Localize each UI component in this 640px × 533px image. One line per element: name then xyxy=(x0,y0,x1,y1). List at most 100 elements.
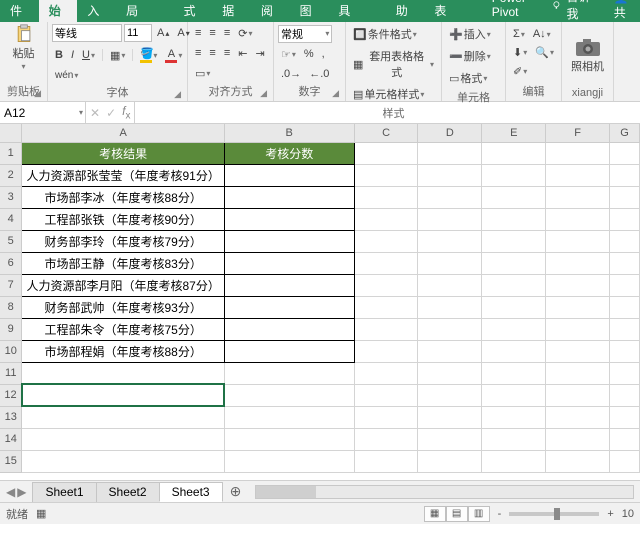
cell-C11[interactable] xyxy=(354,362,418,384)
cell-B8[interactable] xyxy=(224,296,354,318)
cell-F10[interactable] xyxy=(546,340,610,362)
cell-F8[interactable] xyxy=(546,296,610,318)
cell-A4[interactable]: 工程部张铁（年度考核90分） xyxy=(22,208,224,230)
row-header-11[interactable]: 11 xyxy=(0,362,22,384)
cell-C5[interactable] xyxy=(354,230,418,252)
cell-A15[interactable] xyxy=(22,450,224,472)
italic-button[interactable]: I xyxy=(68,47,77,63)
cell-E6[interactable] xyxy=(482,252,546,274)
cell-G5[interactable] xyxy=(610,230,640,252)
sheet-tab-sheet1[interactable]: Sheet1 xyxy=(32,482,96,502)
cell-B1[interactable]: 考核分数 xyxy=(224,142,354,164)
title-tab-4[interactable]: 公式 xyxy=(174,0,213,22)
cell-G1[interactable] xyxy=(610,142,640,164)
cell-G7[interactable] xyxy=(610,274,640,296)
cell-A13[interactable] xyxy=(22,406,224,428)
cell-B2[interactable] xyxy=(224,164,354,186)
cell-E12[interactable] xyxy=(482,384,546,406)
cell-A10[interactable]: 市场部程娟（年度考核88分） xyxy=(22,340,224,362)
inc-decimal-button[interactable]: .0→ xyxy=(278,66,304,82)
currency-button[interactable]: ☞▾ xyxy=(278,46,299,63)
col-header-G[interactable]: G xyxy=(610,124,640,142)
cell-A3[interactable]: 市场部李冰（年度考核88分） xyxy=(22,186,224,208)
cell-D6[interactable] xyxy=(418,252,482,274)
cell-B3[interactable] xyxy=(224,186,354,208)
format-as-table-button[interactable]: ▦套用表格格式▾ xyxy=(350,46,437,82)
cell-E5[interactable] xyxy=(482,230,546,252)
cell-A5[interactable]: 财务部李玲（年度考核79分） xyxy=(22,230,224,252)
insert-cells-button[interactable]: ➕插入▾ xyxy=(446,24,494,44)
row-header-3[interactable]: 3 xyxy=(0,186,22,208)
zoom-in-button[interactable]: + xyxy=(607,508,613,520)
cell-E3[interactable] xyxy=(482,186,546,208)
col-header-D[interactable]: D xyxy=(418,124,482,142)
cell-D3[interactable] xyxy=(418,186,482,208)
camera-button[interactable]: 照相机 xyxy=(567,37,608,74)
find-button[interactable]: 🔍▾ xyxy=(532,44,557,61)
cell-E4[interactable] xyxy=(482,208,546,230)
share-button[interactable]: 👤 共 xyxy=(614,0,636,21)
sheet-tab-sheet2[interactable]: Sheet2 xyxy=(96,482,160,502)
merge-button[interactable]: ▭▾ xyxy=(192,65,213,82)
cell-B12[interactable] xyxy=(224,384,354,406)
cell-F4[interactable] xyxy=(546,208,610,230)
row-header-13[interactable]: 13 xyxy=(0,406,22,428)
indent-dec-button[interactable]: ⇤ xyxy=(235,45,250,62)
cancel-formula-icon[interactable]: ✕ xyxy=(90,106,100,120)
cell-F7[interactable] xyxy=(546,274,610,296)
cell-C13[interactable] xyxy=(354,406,418,428)
autosum-button[interactable]: Σ▾ xyxy=(510,26,528,42)
cell-A1[interactable]: 考核结果 xyxy=(22,142,224,164)
cell-D2[interactable] xyxy=(418,164,482,186)
cell-G13[interactable] xyxy=(610,406,640,428)
row-header-12[interactable]: 12 xyxy=(0,384,22,406)
increase-font-button[interactable]: A▴ xyxy=(154,25,172,41)
cell-E9[interactable] xyxy=(482,318,546,340)
align-middle-button[interactable]: ≡ xyxy=(206,25,218,41)
title-tab-0[interactable]: 文件 xyxy=(0,0,39,22)
cell-F2[interactable] xyxy=(546,164,610,186)
comma-button[interactable]: , xyxy=(319,46,328,62)
cell-A7[interactable]: 人力资源部李月阳（年度考核87分） xyxy=(22,274,224,296)
cell-B9[interactable] xyxy=(224,318,354,340)
dec-decimal-button[interactable]: ←.0 xyxy=(306,66,332,82)
align-top-button[interactable]: ≡ xyxy=(192,25,204,41)
cell-G11[interactable] xyxy=(610,362,640,384)
cell-A9[interactable]: 工程部朱令（年度考核75分） xyxy=(22,318,224,340)
cell-F14[interactable] xyxy=(546,428,610,450)
tab-nav-prev-icon[interactable]: ◀ xyxy=(6,485,15,499)
cell-D4[interactable] xyxy=(418,208,482,230)
row-header-14[interactable]: 14 xyxy=(0,428,22,450)
cell-A8[interactable]: 财务部武帅（年度考核93分） xyxy=(22,296,224,318)
cell-D8[interactable] xyxy=(418,296,482,318)
row-header-9[interactable]: 9 xyxy=(0,318,22,340)
cell-F5[interactable] xyxy=(546,230,610,252)
cell-E8[interactable] xyxy=(482,296,546,318)
zoom-level[interactable]: 10 xyxy=(622,508,634,520)
cell-D7[interactable] xyxy=(418,274,482,296)
cell-styles-button[interactable]: ▤单元格样式▾ xyxy=(350,84,437,104)
title-tab-9[interactable]: 帮助 xyxy=(386,0,425,22)
row-header-2[interactable]: 2 xyxy=(0,164,22,186)
font-name-combo[interactable] xyxy=(52,24,122,42)
orientation-button[interactable]: ⟳▾ xyxy=(235,25,255,42)
indent-inc-button[interactable]: ⇥ xyxy=(252,45,267,62)
tell-me-input[interactable]: 告诉我 xyxy=(566,0,592,22)
font-size-combo[interactable] xyxy=(124,24,152,42)
cell-G12[interactable] xyxy=(610,384,640,406)
cell-C9[interactable] xyxy=(354,318,418,340)
enter-formula-icon[interactable]: ✓ xyxy=(106,106,116,120)
cell-G6[interactable] xyxy=(610,252,640,274)
view-page-layout-button[interactable]: ▤ xyxy=(446,506,468,522)
col-header-B[interactable]: B xyxy=(224,124,354,142)
title-tab-7[interactable]: 视图 xyxy=(290,0,329,22)
add-sheet-button[interactable]: ⊕ xyxy=(222,483,250,500)
cell-B5[interactable] xyxy=(224,230,354,252)
cell-A14[interactable] xyxy=(22,428,224,450)
cell-B7[interactable] xyxy=(224,274,354,296)
sheet-tab-sheet3[interactable]: Sheet3 xyxy=(159,482,223,502)
font-launcher-icon[interactable]: ◢ xyxy=(174,89,181,100)
cell-C10[interactable] xyxy=(354,340,418,362)
clipboard-launcher-icon[interactable]: ◢ xyxy=(34,88,41,99)
underline-button[interactable]: U▾ xyxy=(79,47,98,63)
